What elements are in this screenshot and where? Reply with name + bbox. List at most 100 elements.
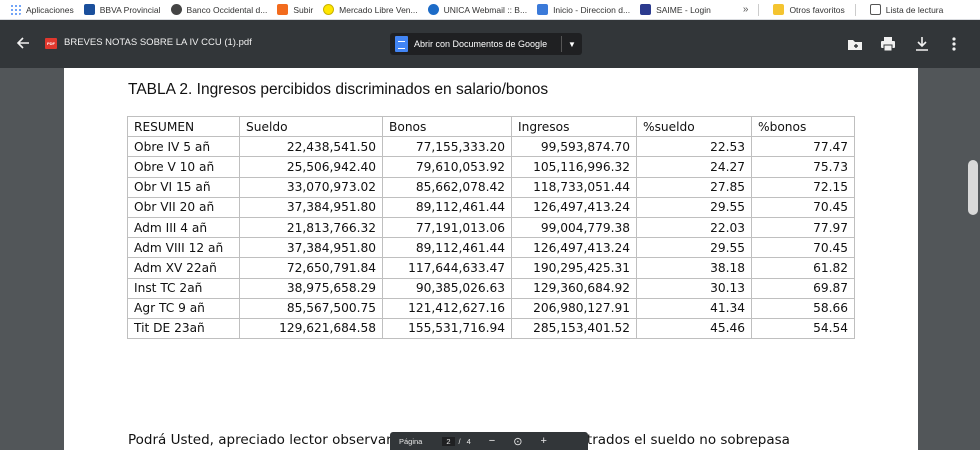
fit-to-page-icon[interactable]: ⊙ bbox=[513, 435, 522, 448]
zoom-in-icon[interactable]: + bbox=[540, 435, 546, 447]
table-cell: 89,112,461.44 bbox=[382, 196, 512, 218]
table-cell: 22.03 bbox=[636, 216, 752, 239]
table-cell: 89,112,461.44 bbox=[382, 237, 512, 259]
google-docs-icon bbox=[395, 36, 408, 52]
table-cell: 72,650,791.84 bbox=[239, 257, 383, 279]
upload-icon bbox=[277, 4, 289, 15]
table-cell: 70.45 bbox=[751, 237, 855, 259]
table-cell: 54.54 bbox=[751, 317, 855, 340]
table-cell: 121,412,627.16 bbox=[382, 297, 512, 319]
header-pct-sueldo: %sueldo bbox=[636, 115, 752, 138]
table-cell: 24.27 bbox=[636, 156, 752, 178]
table-cell: 21,813,766.32 bbox=[239, 216, 383, 239]
table-cell: 30.13 bbox=[636, 277, 752, 299]
add-to-drive-icon[interactable] bbox=[846, 35, 864, 53]
page-controls: Página 2 / 4 − ⊙ + bbox=[390, 432, 588, 450]
chevron-down-icon[interactable]: ▼ bbox=[562, 40, 582, 49]
bookmark-mercado-libre[interactable]: Mercado Libre Ven... bbox=[323, 4, 418, 15]
header-ingresos: Ingresos bbox=[511, 115, 637, 138]
scrollbar-track[interactable] bbox=[966, 68, 980, 450]
table-cell: 99,004,779.38 bbox=[511, 216, 637, 239]
table-row: Agr TC 9 añ 85,567,500.75 121,412,627.16 20… bbox=[127, 297, 855, 319]
table-title: TABLA 2. Ingresos percibidos discriminad… bbox=[128, 81, 549, 98]
table-cell: 85,662,078.42 bbox=[382, 176, 512, 198]
bookmark-bbva[interactable]: BBVA Provincial bbox=[83, 4, 161, 15]
apps-grid-icon bbox=[10, 4, 21, 15]
pdf-toolbar: PDF BREVES NOTAS SOBRE LA IV CCU (1).pdf… bbox=[0, 20, 980, 68]
table-cell: 206,980,127.91 bbox=[511, 297, 637, 319]
pdf-page: TABLA 2. Ingresos percibidos discriminad… bbox=[64, 68, 918, 450]
table-row: Obre IV 5 añ 22,438,541.50 77,155,333.20 99… bbox=[127, 136, 855, 158]
bookmark-unica-webmail[interactable]: UNICA Webmail :: B... bbox=[427, 4, 527, 15]
bbva-icon bbox=[83, 4, 95, 15]
other-bookmarks-folder[interactable]: Otros favoritos bbox=[773, 4, 845, 15]
row-label: Adm III 4 añ bbox=[127, 216, 240, 239]
page-number-input[interactable]: 2 bbox=[442, 436, 455, 446]
table-cell: 33,070,973.02 bbox=[239, 176, 383, 198]
bookmarks-divider bbox=[758, 3, 760, 16]
row-label: Obr VI 15 añ bbox=[127, 176, 240, 198]
table-header-row: RESUMEN Sueldo Bonos Ingresos %sueldo %b… bbox=[127, 115, 855, 138]
table-cell: 117,644,633.47 bbox=[382, 257, 512, 279]
income-table: RESUMEN Sueldo Bonos Ingresos %sueldo %b… bbox=[127, 115, 855, 340]
table-cell: 22.53 bbox=[636, 136, 752, 158]
row-label: Agr TC 9 añ bbox=[127, 297, 240, 319]
bookmark-saime[interactable]: SAIME - Login bbox=[640, 4, 711, 15]
table-cell: 69.87 bbox=[751, 277, 855, 299]
table-row: Obr VII 20 añ 37,384,951.80 89,112,461.44 1… bbox=[127, 196, 855, 218]
page-total: 4 bbox=[466, 436, 471, 446]
table-cell: 77,191,013.06 bbox=[382, 216, 512, 239]
table-cell: 126,497,413.24 bbox=[511, 237, 637, 259]
folder-icon bbox=[773, 4, 785, 15]
page-separator: / bbox=[458, 436, 461, 446]
header-pct-bonos: %bonos bbox=[751, 115, 855, 138]
print-icon[interactable] bbox=[879, 35, 897, 53]
table-cell: 155,531,716.94 bbox=[382, 317, 512, 340]
table-cell: 129,360,684.92 bbox=[511, 277, 637, 299]
table-cell: 79,610,053.92 bbox=[382, 156, 512, 178]
table-cell: 70.45 bbox=[751, 196, 855, 218]
table-cell: 85,567,500.75 bbox=[239, 297, 383, 319]
webmail-icon bbox=[427, 4, 439, 15]
more-options-icon[interactable] bbox=[945, 35, 963, 53]
row-label: Obr VII 20 añ bbox=[127, 196, 240, 218]
open-with-label: Abrir con Documentos de Google bbox=[414, 39, 548, 49]
scrollbar-thumb[interactable] bbox=[968, 160, 978, 215]
download-icon[interactable] bbox=[913, 35, 931, 53]
bookmark-inicio-direccion[interactable]: Inicio - Direccion d... bbox=[537, 4, 630, 15]
table-row: Adm XV 22añ 72,650,791.84 117,644,633.47 19… bbox=[127, 257, 855, 279]
table-row: Obr VI 15 añ 33,070,973.02 85,662,078.42 11… bbox=[127, 176, 855, 198]
header-bonos: Bonos bbox=[382, 115, 512, 138]
table-cell: 72.15 bbox=[751, 176, 855, 198]
globe-icon bbox=[170, 4, 182, 15]
bookmark-aplicaciones[interactable]: Aplicaciones bbox=[10, 4, 74, 15]
pdf-file-icon: PDF bbox=[45, 38, 57, 49]
table-cell: 118,733,051.44 bbox=[511, 176, 637, 198]
row-label: Inst TC 2añ bbox=[127, 277, 240, 299]
page-label: Página bbox=[399, 436, 423, 446]
table-cell: 105,116,996.32 bbox=[511, 156, 637, 178]
table-row: Adm III 4 añ 21,813,766.32 77,191,013.06 99… bbox=[127, 216, 855, 239]
table-cell: 29.55 bbox=[636, 196, 752, 218]
table-cell: 90,385,026.63 bbox=[382, 277, 512, 299]
back-arrow-icon[interactable] bbox=[14, 34, 32, 52]
zoom-out-icon[interactable]: − bbox=[489, 435, 495, 447]
reading-list-icon bbox=[869, 4, 881, 15]
bookmarks-bar: Aplicaciones BBVA Provincial Banco Occid… bbox=[0, 0, 980, 20]
row-label: Adm XV 22añ bbox=[127, 257, 240, 279]
table-row: Adm VIII 12 añ 37,384,951.80 89,112,461.44… bbox=[127, 237, 855, 259]
table-cell: 77.47 bbox=[751, 136, 855, 158]
row-label: Obre V 10 añ bbox=[127, 156, 240, 178]
table-cell: 77,155,333.20 bbox=[382, 136, 512, 158]
reading-list-button[interactable]: Lista de lectura bbox=[869, 4, 943, 15]
table-cell: 29.55 bbox=[636, 237, 752, 259]
table-cell: 77.97 bbox=[751, 216, 855, 239]
mercado-libre-icon bbox=[323, 4, 335, 15]
bookmark-banco-occidental[interactable]: Banco Occidental d... bbox=[170, 4, 267, 15]
bookmark-subir[interactable]: Subir bbox=[277, 4, 313, 15]
table-cell: 75.73 bbox=[751, 156, 855, 178]
open-with-google-docs-button[interactable]: Abrir con Documentos de Google ▼ bbox=[390, 33, 582, 55]
bookmarks-divider bbox=[854, 3, 856, 16]
more-bookmarks-button[interactable]: » bbox=[743, 4, 749, 15]
table-cell: 27.85 bbox=[636, 176, 752, 198]
